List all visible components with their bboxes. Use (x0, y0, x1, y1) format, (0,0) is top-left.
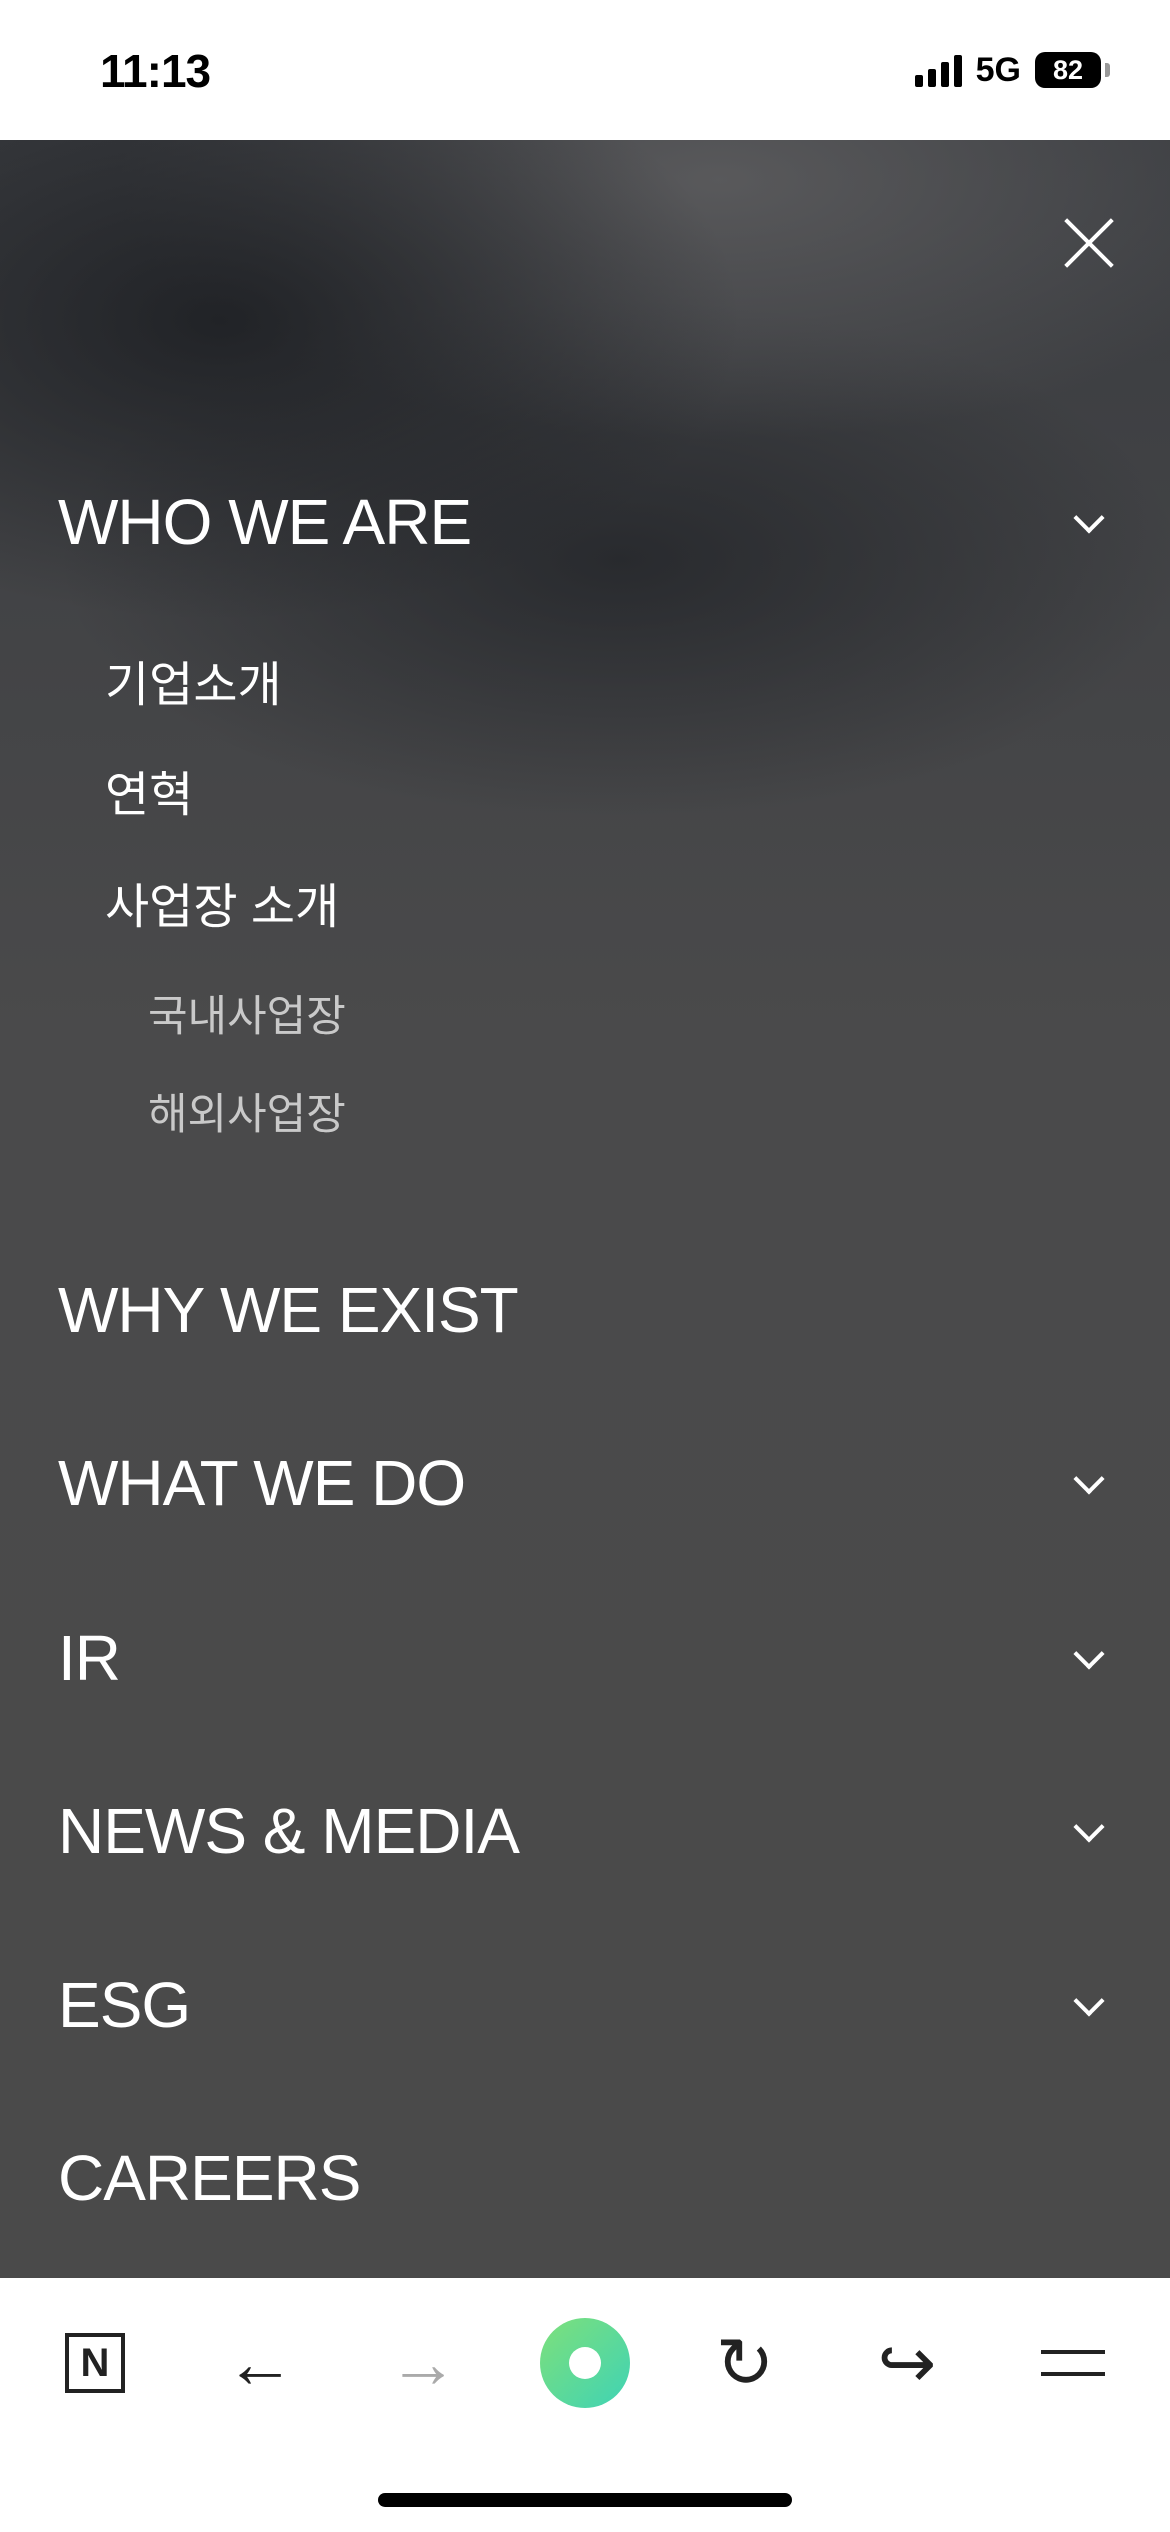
back-button[interactable]: ← (215, 2318, 305, 2408)
forward-arrow-icon: → (388, 2324, 458, 2402)
menu-item-careers[interactable]: CAREERS (58, 2133, 1112, 2223)
submenu-item-company-intro[interactable]: 기업소개 (105, 645, 282, 715)
menu-item-label: IR (58, 1622, 121, 1694)
forward-button[interactable]: → (378, 2318, 468, 2408)
chevron-down-icon[interactable] (1072, 1816, 1102, 1846)
submenu-item-history[interactable]: 연혁 (105, 755, 193, 825)
naver-home-button[interactable]: N (50, 2318, 140, 2408)
status-bar: 11:13 5G 82 (0, 0, 1170, 140)
menu-item-ir[interactable]: IR (58, 1613, 1112, 1703)
chevron-down-icon[interactable] (1072, 1468, 1102, 1498)
naver-n-icon: N (65, 2333, 125, 2393)
green-dot-icon (540, 2318, 630, 2408)
battery-tip (1105, 63, 1110, 77)
home-indicator (378, 2493, 792, 2507)
chevron-down-icon[interactable] (1072, 507, 1102, 537)
menu-item-label: NEWS & MEDIA (58, 1795, 520, 1867)
menu-item-who-we-are[interactable]: WHO WE ARE (58, 477, 1112, 567)
battery-level: 82 (1052, 54, 1084, 85)
menu-item-what-we-do[interactable]: WHAT WE DO (58, 1438, 1112, 1528)
status-indicators: 5G 82 (914, 50, 1110, 90)
submenu-item-domestic-sites[interactable]: 국내사업장 (148, 982, 346, 1044)
share-button[interactable]: ↪ (862, 2318, 952, 2408)
menu-item-label: CAREERS (58, 2142, 361, 2214)
status-time: 11:13 (100, 45, 211, 97)
menu-item-label: WHO WE ARE (58, 486, 472, 558)
more-menu-button[interactable] (1028, 2318, 1118, 2408)
menu-item-why-we-exist[interactable]: WHY WE EXIST (58, 1265, 1112, 1355)
menu-item-label: ESG (58, 1969, 191, 2041)
submenu-item-overseas-sites[interactable]: 해외사업장 (148, 1080, 346, 1142)
close-icon[interactable] (1056, 210, 1122, 276)
chevron-down-icon[interactable] (1072, 1643, 1102, 1673)
chevron-down-icon[interactable] (1072, 1990, 1102, 2020)
back-arrow-icon: ← (225, 2324, 295, 2402)
refresh-icon: ↻ (715, 2324, 775, 2402)
refresh-button[interactable]: ↻ (700, 2318, 790, 2408)
menu-item-label: WHY WE EXIST (58, 1274, 519, 1346)
network-type: 5G (975, 50, 1021, 89)
menu-icon (1041, 2350, 1105, 2376)
green-dot-button[interactable] (540, 2318, 630, 2408)
battery-icon: 82 (1035, 52, 1101, 88)
menu-item-esg[interactable]: ESG (58, 1960, 1112, 2050)
menu-item-label: WHAT WE DO (58, 1447, 466, 1519)
menu-item-news-media[interactable]: NEWS & MEDIA (58, 1786, 1112, 1876)
signal-icon (914, 53, 962, 87)
navigation-menu: WHO WE ARE 기업소개 연혁 사업장 소개 국내사업장 해외사업장 WH… (0, 140, 1170, 2278)
share-icon: ↪ (877, 2324, 937, 2402)
submenu-item-business-sites[interactable]: 사업장 소개 (105, 867, 339, 937)
